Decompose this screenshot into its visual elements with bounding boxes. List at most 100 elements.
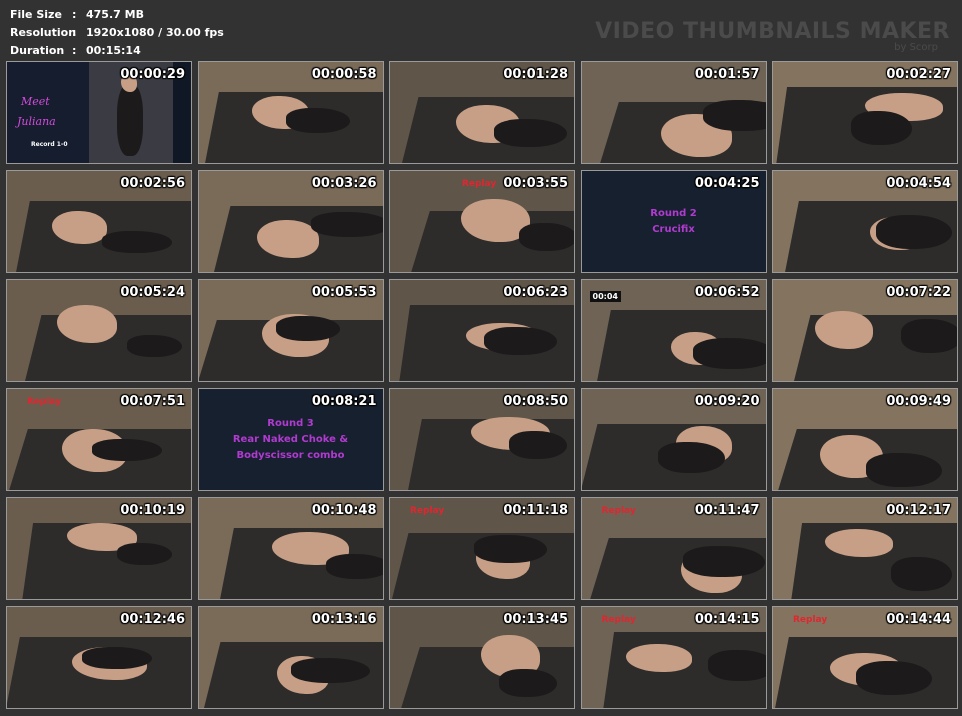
video-thumbnail[interactable]: Replay 00:14:44 [772,606,958,709]
video-thumbnail[interactable]: Round 2 Crucifix 00:04:25 [580,170,767,273]
timestamp-label: 00:12:46 [120,612,185,627]
person-figure [484,327,557,355]
timestamp-label: 00:06:52 [694,285,760,300]
video-thumbnail[interactable]: 00:06:23 [389,279,575,382]
video-thumbnail[interactable]: 00:10:48 [197,497,384,600]
duration-value: 00:15:14 [86,44,141,57]
round-card-line: Crucifix [652,223,695,235]
replay-label: Replay [601,506,636,516]
record-text: Record 1-0 [31,141,68,148]
video-thumbnail[interactable]: 00:00:58 [197,61,384,164]
person-figure [325,554,383,579]
video-thumbnail[interactable]: 00:13:16 [197,606,384,709]
replay-label: Replay [462,179,497,189]
timestamp-label: 00:11:18 [503,503,568,518]
timestamp-label: 00:05:53 [311,285,377,300]
video-thumbnail[interactable]: Replay 00:14:15 [580,606,767,709]
round-card-line: Bodyscissor combo [236,449,345,461]
replay-label: Replay [27,397,62,407]
person-figure [876,215,952,249]
video-thumbnail[interactable]: Replay 00:11:18 [389,497,575,600]
person-figure [856,661,932,695]
timestamp-label: 00:10:48 [311,503,377,518]
person-figure [127,335,182,357]
timestamp-label: 00:04:54 [886,176,951,191]
person-figure [509,431,567,459]
video-thumbnail[interactable]: 00:05:53 [197,279,384,382]
thumbnail-grid: Meet Juliana Record 1-0 00:00:29 00:00:58 00:… [6,61,958,709]
person-figure [117,84,143,156]
file-size-row: File Size : 475.7 MB [10,6,224,24]
person-figure [474,535,547,563]
person-figure [657,442,725,473]
timestamp-label: 00:03:26 [311,176,377,191]
round-card-line: Round 2 [650,207,697,219]
replay-label: Replay [793,615,828,625]
timestamp-label: 00:09:20 [694,394,760,409]
timestamp-label: 00:00:29 [120,67,185,82]
video-thumbnail[interactable]: 00:07:22 [772,279,958,382]
video-thumbnail[interactable]: Replay 00:03:55 [389,170,575,273]
person-figure [102,231,172,253]
video-thumbnail[interactable]: 00:01:57 [580,61,767,164]
round-card-line: Rear Naked Choke & [232,433,349,445]
person-figure [891,557,952,591]
video-thumbnail[interactable]: 00:12:17 [772,497,958,600]
video-thumbnail[interactable]: 00:02:56 [6,170,192,273]
video-thumbnail[interactable]: Replay 00:11:47 [580,497,767,600]
timestamp-label: 00:00:58 [311,67,377,82]
video-thumbnail[interactable]: 00:01:28 [389,61,575,164]
video-thumbnail[interactable]: 00:05:24 [6,279,192,382]
timestamp-label: 00:12:17 [886,503,951,518]
timestamp-label: 00:05:24 [120,285,185,300]
timestamp-label: 00:07:51 [120,394,185,409]
person-figure [117,543,172,565]
intro-title-line: Meet [21,95,50,108]
duration-label: Duration [10,44,65,57]
timestamp-label: 00:02:27 [886,67,951,82]
video-thumbnail[interactable]: 00:09:20 [580,388,767,491]
person-figure [707,650,766,681]
timestamp-label: 00:14:44 [886,612,951,627]
timestamp-label: 00:10:19 [120,503,185,518]
person-figure [866,453,942,487]
video-thumbnail[interactable]: Replay 00:07:51 [6,388,192,491]
replay-label: Replay [601,615,636,625]
video-thumbnail[interactable]: Meet Juliana Record 1-0 00:00:29 [6,61,192,164]
timestamp-label: 00:01:57 [694,67,760,82]
video-thumbnail[interactable]: 00:04:54 [772,170,958,273]
brand-title: VIDEO THUMBNAILS MAKER [595,19,950,44]
person-figure [310,212,383,237]
person-figure [682,546,765,577]
timestamp-label: 00:08:50 [503,394,568,409]
timestamp-label: 00:04:25 [694,176,760,191]
video-thumbnail[interactable]: 00:08:50 [389,388,575,491]
video-thumbnail[interactable]: 00:03:26 [197,170,384,273]
timestamp-label: 00:02:56 [120,176,185,191]
person-figure [851,111,912,145]
timestamp-label: 00:06:23 [503,285,568,300]
video-thumbnail[interactable]: 00:13:45 [389,606,575,709]
person-figure [82,647,152,669]
timestamp-label: 00:03:55 [503,176,568,191]
video-thumbnail[interactable]: 00:12:46 [6,606,192,709]
resolution-label: Resolution [10,26,77,39]
video-thumbnail[interactable]: Round 3 Rear Naked Choke & Bodyscissor com… [197,388,384,491]
separator: : [72,26,77,39]
video-thumbnail[interactable]: 00:04 00:06:52 [580,279,767,382]
person-figure [290,658,370,683]
video-thumbnail[interactable]: 00:02:27 [772,61,958,164]
person-figure [499,669,557,697]
separator: : [72,8,77,21]
clock-overlay: 00:04 [589,291,621,302]
person-figure [901,319,957,353]
intro-title-line: Juliana [17,115,56,128]
video-thumbnail[interactable]: 00:09:49 [772,388,958,491]
person-figure [702,100,766,131]
timestamp-label: 00:09:49 [886,394,951,409]
timestamp-label: 00:08:21 [311,394,377,409]
person-figure [275,316,340,341]
file-info: File Size : 475.7 MB Resolution : 1920x1… [10,6,224,60]
file-size-value: 475.7 MB [86,8,144,21]
video-thumbnail[interactable]: 00:10:19 [6,497,192,600]
